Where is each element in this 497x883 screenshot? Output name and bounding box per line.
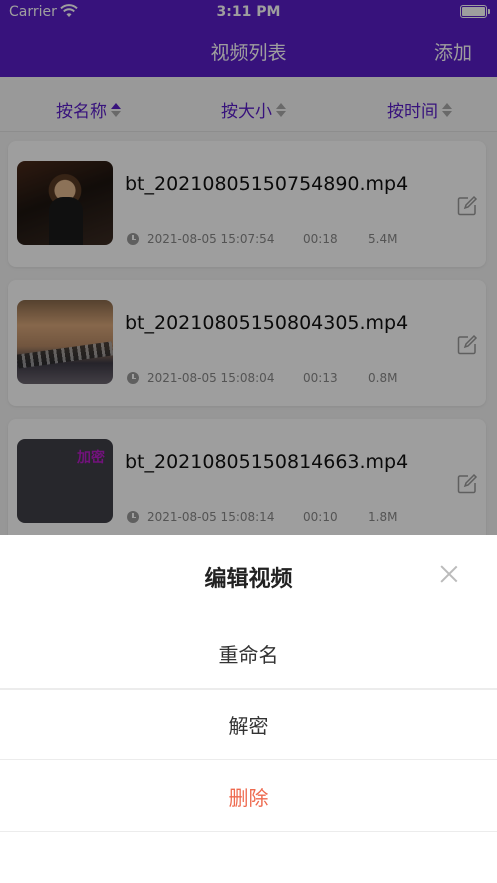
edit-video-sheet: 编辑视频 重命名 解密 删除 [0,535,497,883]
rename-button[interactable]: 重命名 [0,618,497,689]
decrypt-button[interactable]: 解密 [0,689,497,760]
modal-backdrop[interactable] [0,0,497,535]
delete-button[interactable]: 删除 [0,761,497,832]
sheet-title: 编辑视频 [204,567,293,592]
close-icon[interactable] [440,565,458,583]
